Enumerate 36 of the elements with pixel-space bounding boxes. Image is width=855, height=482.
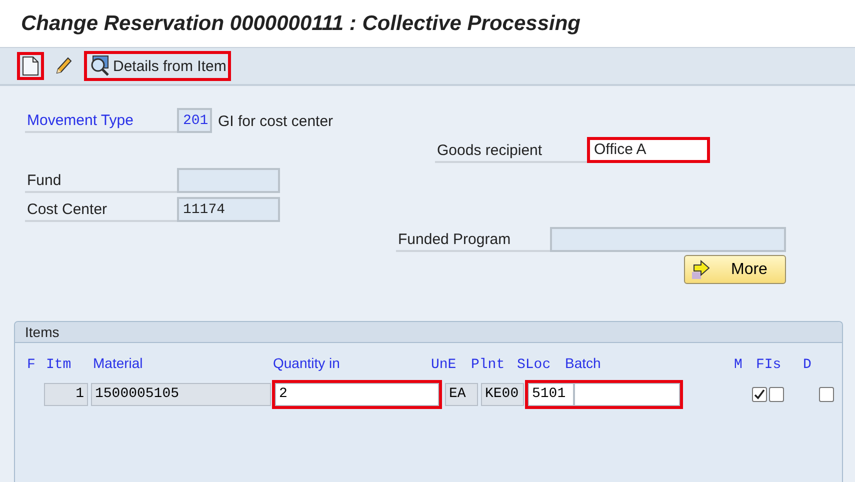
funded-program-field[interactable] (550, 227, 786, 252)
plant-cell: KE00 (481, 383, 524, 406)
goods-recipient-field[interactable]: Office A (587, 137, 710, 163)
checkbox[interactable] (769, 387, 784, 402)
column-header: FIs (756, 357, 782, 373)
fund-field[interactable] (177, 168, 280, 193)
column-header: Plnt (471, 357, 506, 373)
column-header: Batch (565, 355, 602, 371)
checkbox[interactable] (752, 387, 767, 402)
movement-type-field[interactable]: 201 (177, 108, 212, 133)
section-header: Items (15, 322, 842, 343)
checkmark-icon (754, 389, 765, 400)
window-title: Change Reservation 0000000111 : Collective Processing (21, 12, 580, 36)
details-button[interactable]: Details from Item (84, 51, 232, 81)
quantity-field[interactable]: 2 (275, 383, 439, 406)
column-header: SLoc (517, 357, 552, 373)
document-icon (22, 56, 39, 76)
column-header: UnE (431, 357, 458, 373)
column-header: M (734, 357, 744, 373)
column-header: F (27, 357, 36, 373)
cost-center-field[interactable]: 11174 (177, 197, 280, 222)
movement-type-description: GI for cost center (218, 113, 334, 132)
column-header: D (803, 357, 812, 373)
batch-field[interactable] (574, 383, 680, 406)
storage-location-field[interactable]: 5101 (528, 383, 574, 406)
column-header: Quantity in (273, 355, 340, 371)
checkbox[interactable] (819, 387, 834, 402)
material-cell: 1500005105 (91, 383, 271, 406)
item-number-cell: 1 (44, 383, 88, 406)
more-button[interactable]: More (684, 255, 786, 284)
magnifier-icon (89, 55, 111, 77)
new-button[interactable] (17, 52, 44, 80)
unit-cell: EA (445, 383, 478, 406)
column-header: Itm (46, 357, 72, 373)
column-header: Material (93, 355, 144, 371)
pencil-icon (55, 56, 73, 76)
